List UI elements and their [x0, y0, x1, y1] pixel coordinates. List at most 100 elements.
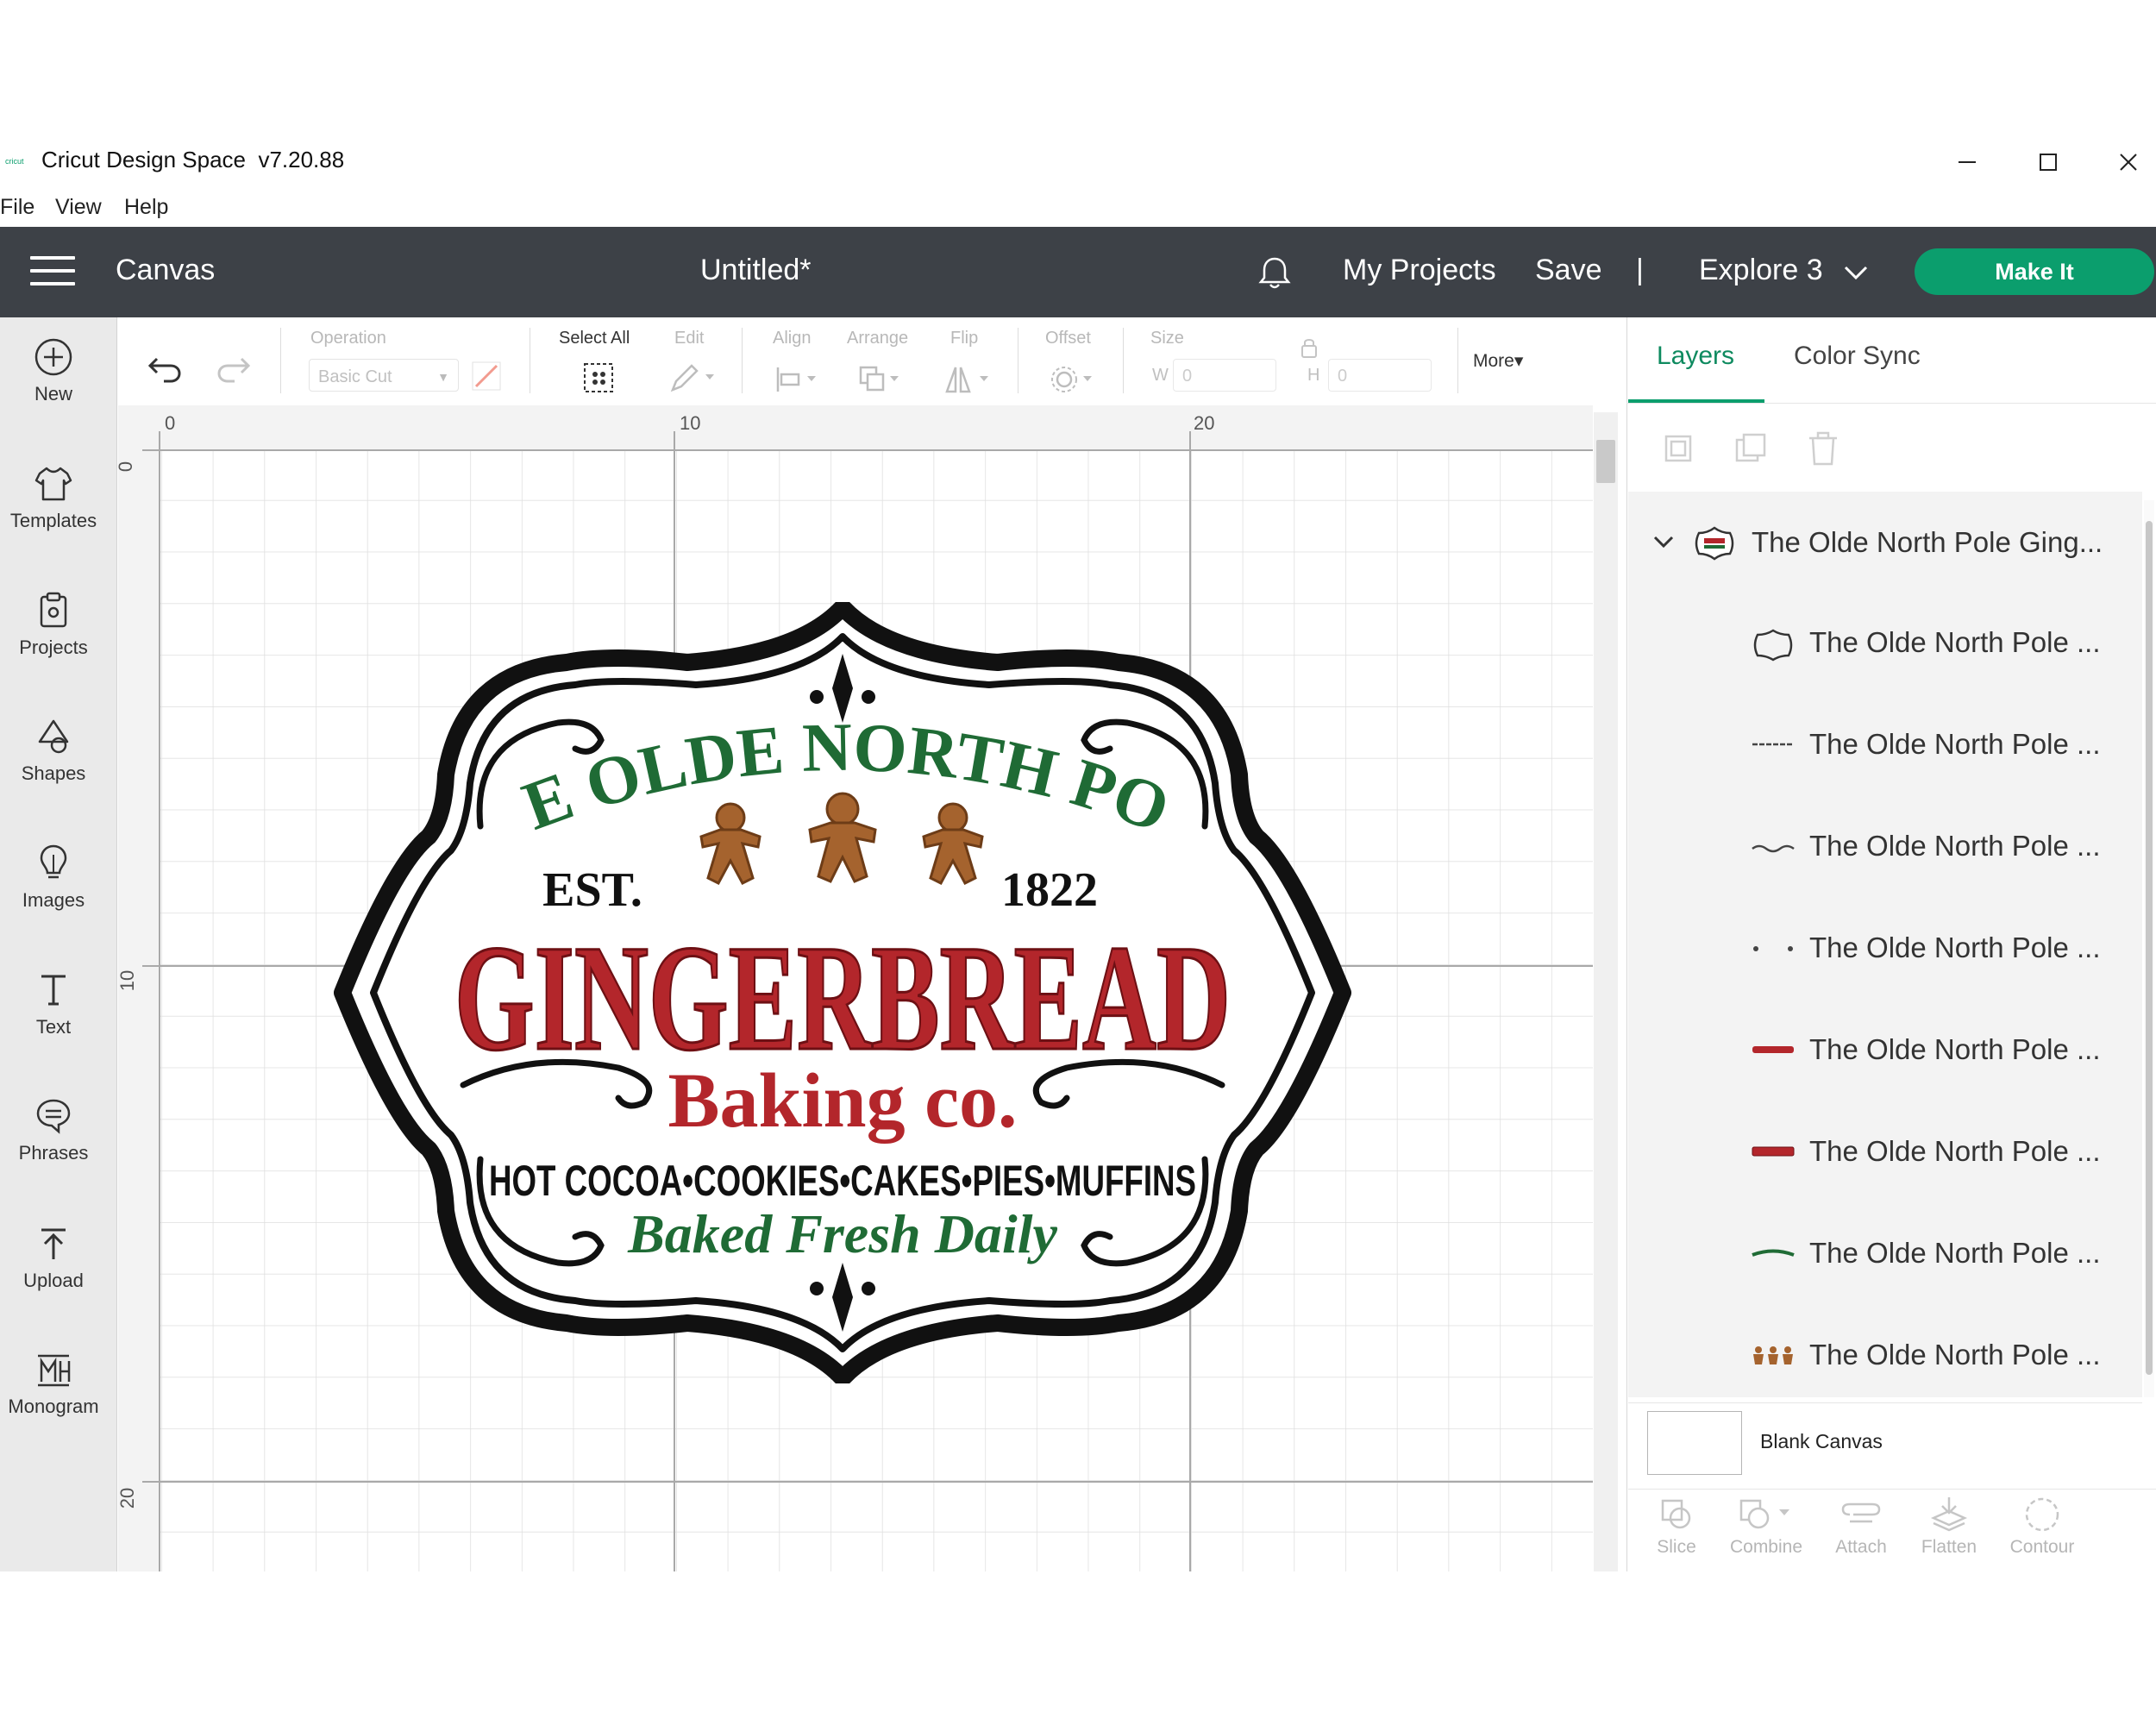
attach-button[interactable]: Attach	[1818, 1496, 1904, 1558]
minimize-button[interactable]	[1927, 138, 2005, 186]
tab-layers[interactable]: Layers	[1657, 342, 1734, 371]
chevron-down-icon[interactable]	[1651, 531, 1677, 552]
align-icon[interactable]	[773, 362, 824, 397]
flatten-label: Flatten	[1921, 1537, 1977, 1557]
operation-label: Operation	[310, 329, 386, 348]
combine-icon	[1739, 1499, 1789, 1529]
script-thumb-icon	[1752, 844, 1795, 853]
height-input[interactable]: 0	[1328, 359, 1432, 392]
menu-file[interactable]: File	[0, 195, 34, 220]
trash-icon[interactable]	[1804, 430, 1842, 467]
header-separator: |	[1636, 254, 1644, 286]
contour-button[interactable]: Contour	[1999, 1496, 2085, 1558]
sidebar-label: Projects	[19, 637, 88, 658]
operation-value: Basic Cut	[318, 367, 392, 386]
save-button[interactable]: Save	[1535, 254, 1602, 287]
ruler-left-0: 0	[115, 461, 137, 473]
offset-label: Offset	[1045, 329, 1091, 348]
select-all-icon[interactable]	[581, 361, 616, 395]
width-input[interactable]: 0	[1173, 359, 1276, 392]
minimize-icon	[1959, 161, 1976, 163]
more-button[interactable]: More▾	[1473, 350, 1523, 372]
pencil-icon[interactable]	[667, 361, 719, 395]
lock-icon[interactable]	[1299, 336, 1319, 359]
section-title: Canvas	[116, 254, 216, 286]
sidebar-item-shapes[interactable]: Shapes	[0, 716, 107, 785]
slice-label: Slice	[1657, 1537, 1696, 1557]
cricut-logo-icon: cricut	[5, 157, 24, 166]
text-icon	[41, 975, 66, 1006]
height-label: H	[1307, 366, 1320, 385]
layer-name: The Olde North Pole ...	[1809, 932, 2101, 963]
lightbulb-icon	[40, 844, 67, 879]
sidebar-item-monogram[interactable]: Monogram	[0, 1349, 107, 1418]
contour-label: Contour	[2009, 1537, 2075, 1557]
blank-canvas-label: Blank Canvas	[1760, 1430, 1883, 1452]
design-canvas[interactable]: THE OLDE NORTH POLE EST. 1822 GINGERBREA…	[118, 405, 1593, 1571]
duplicate-icon[interactable]	[1732, 430, 1770, 467]
sidebar-item-phrases[interactable]: Phrases	[0, 1095, 107, 1164]
combine-button[interactable]: Combine	[1723, 1496, 1809, 1558]
close-icon	[2120, 154, 2137, 171]
group-icon[interactable]	[1659, 430, 1697, 467]
layer-name: The Olde North Pole ...	[1809, 1135, 2101, 1167]
size-label: Size	[1150, 329, 1184, 348]
machine-selector[interactable]: Explore 3	[1699, 254, 1823, 287]
blank-canvas-swatch[interactable]	[1647, 1411, 1742, 1475]
toolbar-divider	[742, 328, 743, 393]
group-thumb-icon	[1695, 526, 1734, 561]
design-items: HOT COCOA•COOKIES•CAKES•PIES•MUFFINS	[489, 1157, 1196, 1205]
notification-bell-icon[interactable]	[1256, 254, 1294, 292]
sidebar-item-upload[interactable]: Upload	[0, 1223, 107, 1292]
sidebar-label: Shapes	[21, 762, 86, 784]
width-label: W	[1152, 366, 1169, 385]
edit-label: Edit	[674, 329, 705, 348]
hamburger-menu-icon[interactable]	[30, 256, 75, 287]
arrange-icon[interactable]	[856, 362, 907, 397]
upload-icon	[41, 1228, 66, 1259]
shapes-icon	[38, 719, 69, 754]
canvas-scrollbar[interactable]	[1594, 412, 1618, 1571]
design-sub: Baking co.	[667, 1058, 1017, 1144]
slice-button[interactable]: Slice	[1633, 1496, 1720, 1558]
sidebar-item-projects[interactable]: Projects	[0, 590, 107, 659]
make-it-button[interactable]: Make It	[1915, 248, 2154, 295]
flatten-button[interactable]: Flatten	[1906, 1496, 1992, 1558]
speech-bubble-icon	[36, 1099, 71, 1134]
design-main: GINGERBREAD	[454, 914, 1231, 1082]
ruler-left-20: 20	[116, 1487, 139, 1509]
design-year: 1822	[1001, 863, 1098, 917]
sidebar-item-new[interactable]: New	[0, 336, 107, 405]
tab-color-sync[interactable]: Color Sync	[1794, 342, 1921, 371]
layer-name: The Olde North Pole ...	[1809, 1339, 2101, 1371]
flip-icon[interactable]	[942, 362, 997, 397]
plus-circle-icon	[34, 338, 72, 376]
sidebar-item-text[interactable]: Text	[0, 969, 107, 1038]
operation-select[interactable]: Basic Cut ▼	[309, 359, 459, 392]
sidebar-item-images[interactable]: Images	[0, 843, 107, 912]
maximize-button[interactable]	[2008, 138, 2085, 186]
menu-view[interactable]: View	[55, 195, 102, 220]
ruler-left-10: 10	[116, 969, 139, 992]
ruler-top-10: 10	[680, 412, 701, 434]
slice-icon	[1661, 1499, 1691, 1529]
line-thumb-icon	[1752, 743, 1794, 746]
offset-icon[interactable]	[1045, 362, 1100, 397]
undo-icon[interactable]	[145, 347, 185, 386]
menu-help[interactable]: Help	[124, 195, 168, 220]
chevron-down-icon[interactable]	[1842, 262, 1870, 283]
close-button[interactable]	[2089, 138, 2156, 186]
gingerbread-design[interactable]: THE OLDE NORTH POLE EST. 1822 GINGERBREA…	[334, 602, 1351, 1383]
layers-scrollbar-thumb[interactable]	[2146, 521, 2153, 1375]
sidebar-item-templates[interactable]: Templates	[0, 463, 107, 532]
window-title: Cricut Design Space v7.20.88	[41, 147, 345, 172]
my-projects-link[interactable]: My Projects	[1343, 254, 1496, 287]
canvas-scrollbar-thumb[interactable]	[1596, 440, 1615, 483]
ruler-top-0: 0	[165, 412, 176, 434]
color-swatch-icon[interactable]	[471, 361, 502, 392]
redo-icon[interactable]	[214, 347, 254, 386]
layer-name: The Olde North Pole ...	[1809, 1033, 2101, 1065]
document-title[interactable]: Untitled*	[700, 254, 812, 287]
design-est: EST.	[542, 863, 642, 917]
svg-text:cricut: cricut	[5, 157, 24, 166]
